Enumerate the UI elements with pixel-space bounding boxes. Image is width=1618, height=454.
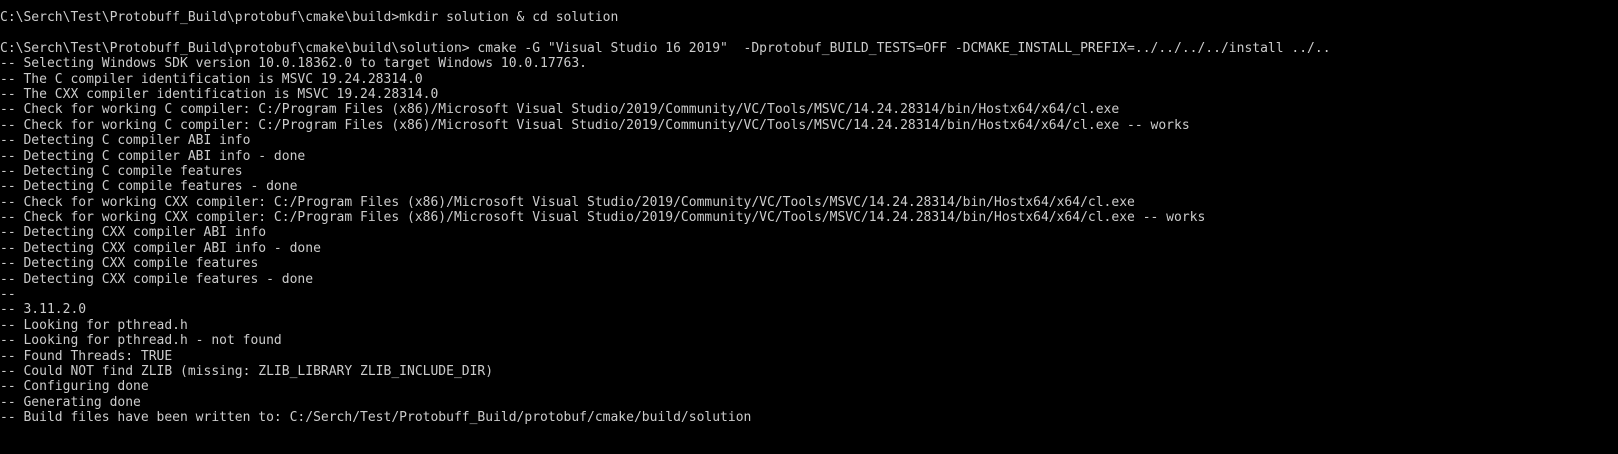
console-line: -- The CXX compiler identification is MS… xyxy=(0,86,439,102)
console-line: -- Detecting CXX compile features xyxy=(0,256,259,272)
console-line: -- Check for working CXX compiler: C:/Pr… xyxy=(0,210,1206,226)
console-line: -- Detecting CXX compile features - done xyxy=(0,271,314,287)
console-line: -- Selecting Windows SDK version 10.0.18… xyxy=(0,56,587,72)
console-line: -- Check for working C compiler: C:/Prog… xyxy=(0,102,1120,118)
console-line: -- Build files have been written to: C:/… xyxy=(0,410,752,426)
console-line: -- Detecting CXX compiler ABI info xyxy=(0,225,267,241)
console-line: -- Looking for pthread.h xyxy=(0,317,188,333)
console-line: -- Configuring done xyxy=(0,379,149,395)
console-line: -- The C compiler identification is MSVC… xyxy=(0,71,423,87)
console-line: -- Detecting C compile features xyxy=(0,163,243,179)
console-line: -- Detecting CXX compiler ABI info - don… xyxy=(0,240,321,256)
console-line: -- Check for working CXX compiler: C:/Pr… xyxy=(0,194,1135,210)
console-line: -- Could NOT find ZLIB (missing: ZLIB_LI… xyxy=(0,363,494,379)
console-line: -- Check for working C compiler: C:/Prog… xyxy=(0,117,1190,133)
console-line: -- Detecting C compile features - done xyxy=(0,179,298,195)
console-line: -- Generating done xyxy=(0,394,141,410)
console-line: C:\Serch\Test\Protobuff_Build\protobuf\c… xyxy=(0,40,1331,56)
console-line: -- Detecting C compiler ABI info xyxy=(0,133,251,149)
console-line: C:\Serch\Test\Protobuff_Build\protobuf\c… xyxy=(0,10,619,25)
console-window[interactable]: C:\Serch\Test\Protobuff_Build\protobuf\c… xyxy=(0,0,1618,454)
console-line: -- xyxy=(0,287,16,303)
console-line: -- Found Threads: TRUE xyxy=(0,348,173,364)
console-line: -- 3.11.2.0 xyxy=(0,302,87,318)
console-line: -- Detecting C compiler ABI info - done xyxy=(0,148,306,164)
console-line: -- Looking for pthread.h - not found xyxy=(0,333,282,349)
